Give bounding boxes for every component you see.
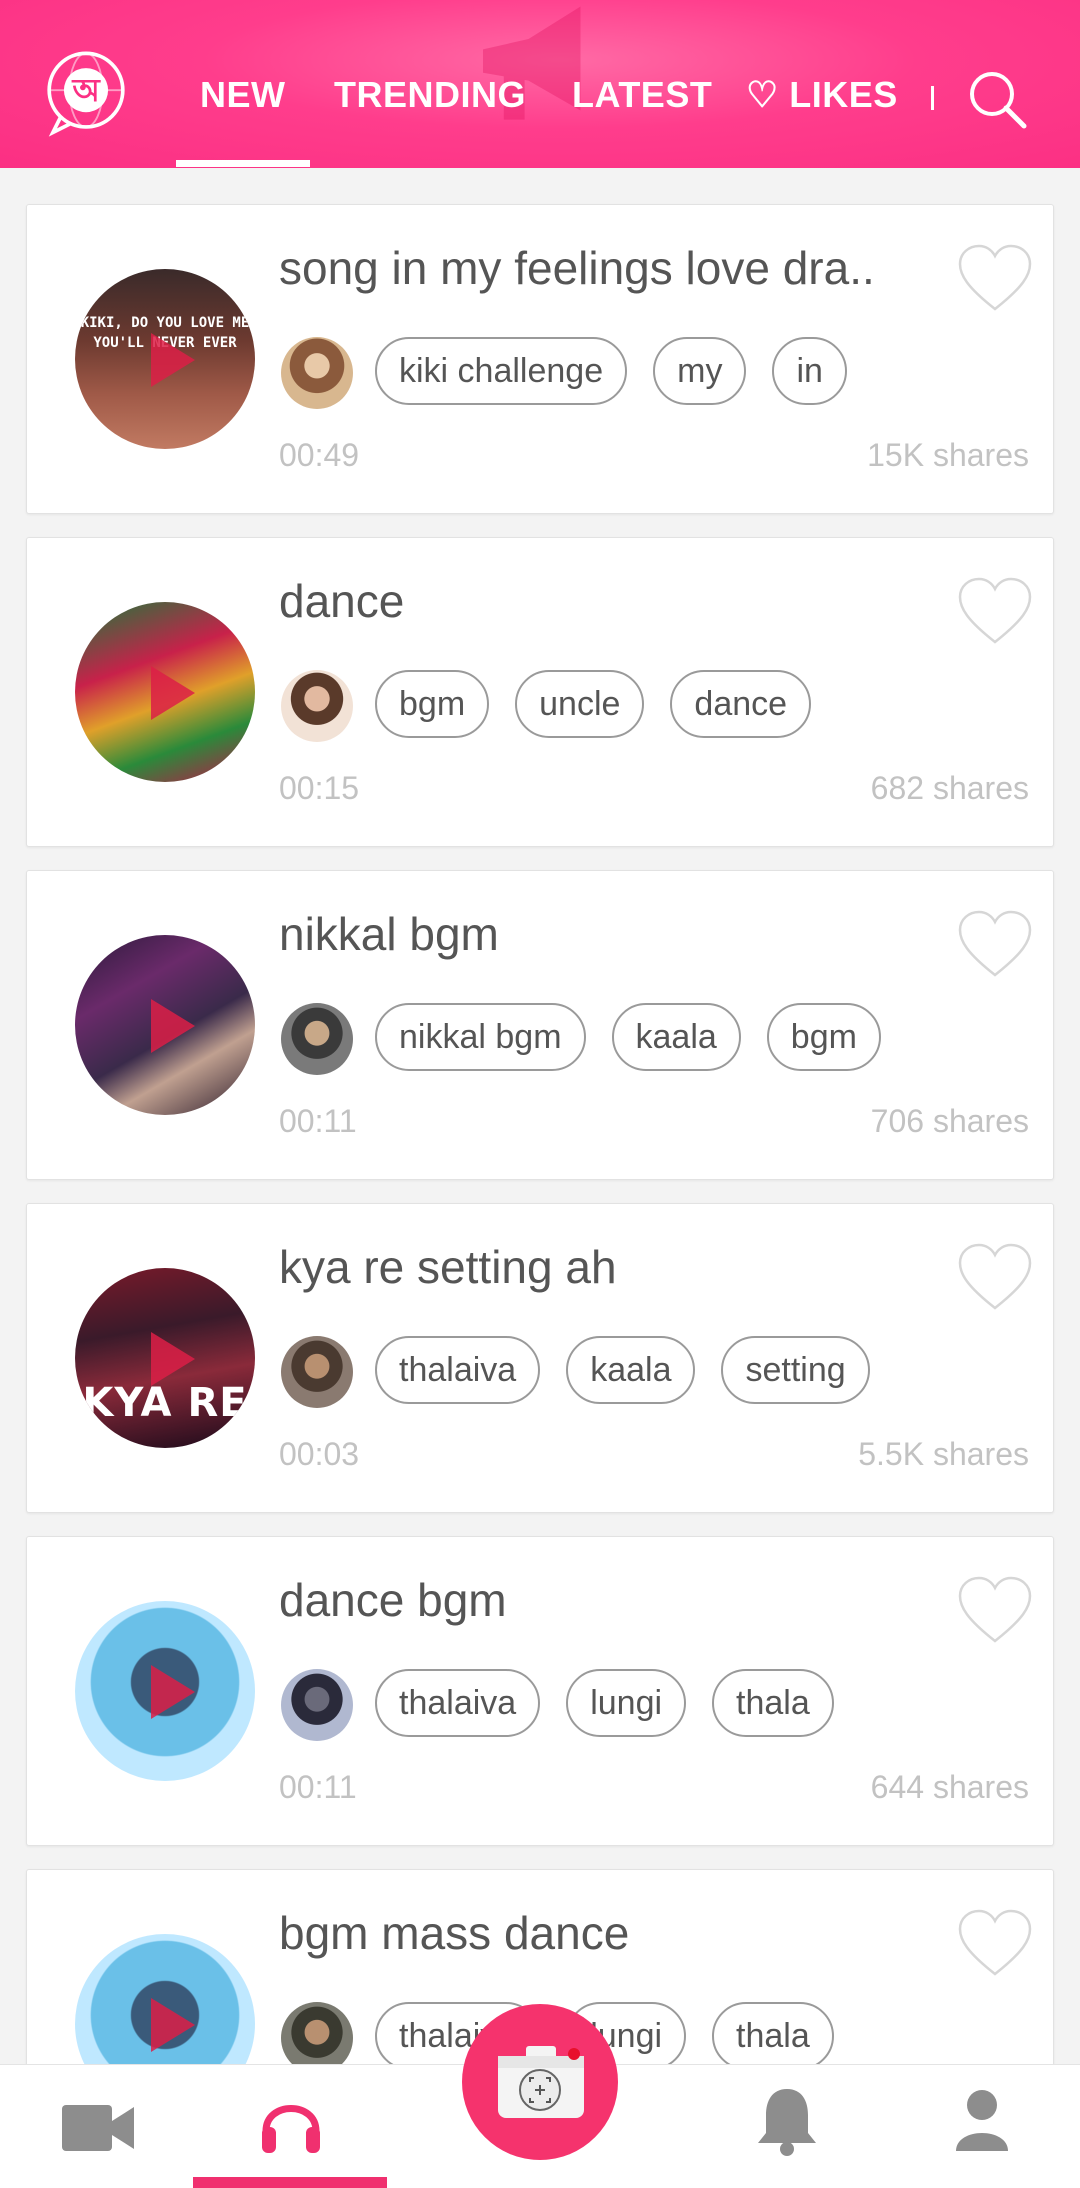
heart-icon[interactable] (957, 576, 1033, 646)
video-thumbnail[interactable] (75, 602, 255, 782)
tag-chip[interactable]: kaala (611, 1003, 741, 1071)
tag-chip[interactable]: my (653, 337, 747, 405)
play-icon (151, 1998, 195, 2052)
heart-icon[interactable] (957, 1575, 1033, 1645)
bell-icon[interactable] (756, 2085, 818, 2157)
tab-trending[interactable]: TRENDING (334, 74, 526, 116)
active-tab-indicator (176, 160, 310, 167)
heart-icon[interactable] (957, 1242, 1033, 1312)
share-count: 644 shares (870, 1769, 1029, 1805)
video-duration: 00:11 (279, 1769, 357, 1805)
tag-chip[interactable]: bgm (766, 1003, 881, 1071)
play-icon (151, 333, 195, 387)
video-title[interactable]: dance bgm (279, 1573, 929, 1627)
video-title[interactable]: dance (279, 574, 929, 628)
share-count: 15K shares (867, 437, 1029, 473)
camera-icon (498, 2046, 584, 2118)
video-card[interactable]: KIKI, DO YOU LOVE ME YOU'LL NEVER EVER s… (26, 204, 1054, 514)
tag-chip[interactable]: kaala (566, 1336, 696, 1404)
avatar[interactable] (281, 1003, 353, 1075)
heart-icon[interactable] (957, 243, 1033, 313)
video-title[interactable]: bgm mass dance (279, 1906, 929, 1960)
tag-chip[interactable]: bgm (375, 670, 490, 738)
video-title[interactable]: song in my feelings love dra.. (279, 241, 929, 295)
video-thumbnail[interactable]: KIKI, DO YOU LOVE ME YOU'LL NEVER EVER (75, 269, 255, 449)
heart-icon[interactable] (957, 1908, 1033, 1978)
tag-chip[interactable]: in (772, 337, 847, 405)
video-thumbnail[interactable] (75, 1601, 255, 1781)
active-nav-indicator (193, 2177, 387, 2188)
share-count: 682 shares (870, 770, 1029, 806)
avatar[interactable] (281, 1669, 353, 1741)
video-card[interactable]: KYA RE kya re setting ah thalaiva kaala … (26, 1203, 1054, 1513)
play-icon (151, 666, 195, 720)
share-count: 706 shares (870, 1103, 1029, 1139)
logo-letter: অ (71, 73, 100, 109)
video-duration: 00:03 (279, 1436, 360, 1472)
tag-chip[interactable]: thala (712, 2002, 834, 2070)
tab-likes[interactable]: ♡ LIKES (746, 74, 898, 116)
tag-chip[interactable]: kiki challenge (375, 337, 628, 405)
video-duration: 00:49 (279, 437, 360, 473)
video-duration: 00:11 (279, 1103, 357, 1139)
heart-icon[interactable] (957, 909, 1033, 979)
video-card[interactable]: dance bgm uncle dance 00:15 682 shares (26, 537, 1054, 847)
tag-chip[interactable]: nikkal bgm (375, 1003, 586, 1071)
video-title[interactable]: kya re setting ah (279, 1240, 929, 1294)
search-icon[interactable] (966, 68, 1028, 130)
tag-chip[interactable]: setting (721, 1336, 870, 1404)
tag-list: kiki challenge my in (375, 337, 847, 405)
tag-chip[interactable]: lungi (566, 1669, 687, 1737)
tag-chip[interactable]: thala (712, 1669, 834, 1737)
tag-chip[interactable]: thalaiva (375, 1669, 541, 1737)
play-icon (151, 1332, 195, 1386)
video-thumbnail[interactable]: KYA RE (75, 1268, 255, 1448)
play-icon (151, 1665, 195, 1719)
video-thumbnail[interactable] (75, 935, 255, 1115)
camera-button[interactable] (462, 2004, 618, 2160)
tag-list: nikkal bgm kaala bgm (375, 1003, 881, 1071)
thumbnail-caption: KYA RE (82, 1380, 248, 1426)
header-divider (931, 86, 934, 110)
play-icon (151, 999, 195, 1053)
person-icon[interactable] (954, 2087, 1010, 2153)
avatar[interactable] (281, 670, 353, 742)
video-card[interactable]: dance bgm thalaiva lungi thala 00:11 644… (26, 1536, 1054, 1846)
tag-list: thalaiva lungi thala (375, 1669, 834, 1737)
video-card[interactable]: nikkal bgm nikkal bgm kaala bgm 00:11 70… (26, 870, 1054, 1180)
tag-chip[interactable]: uncle (515, 670, 645, 738)
tab-new[interactable]: NEW (200, 74, 286, 116)
top-header: অ NEW TRENDING LATEST ♡ LIKES (0, 0, 1080, 168)
headphones-icon[interactable] (258, 2091, 324, 2157)
video-camera-icon[interactable] (60, 2101, 136, 2157)
tab-latest[interactable]: LATEST (572, 74, 712, 116)
tag-chip[interactable]: thalaiva (375, 1336, 541, 1404)
avatar[interactable] (281, 337, 353, 409)
tag-list: bgm uncle dance (375, 670, 812, 738)
video-title[interactable]: nikkal bgm (279, 907, 929, 961)
video-duration: 00:15 (279, 770, 360, 806)
tag-chip[interactable]: dance (670, 670, 812, 738)
share-count: 5.5K shares (858, 1436, 1029, 1472)
app-logo-icon[interactable]: অ (40, 46, 132, 138)
tag-list: thalaiva kaala setting (375, 1336, 870, 1404)
avatar[interactable] (281, 1336, 353, 1408)
